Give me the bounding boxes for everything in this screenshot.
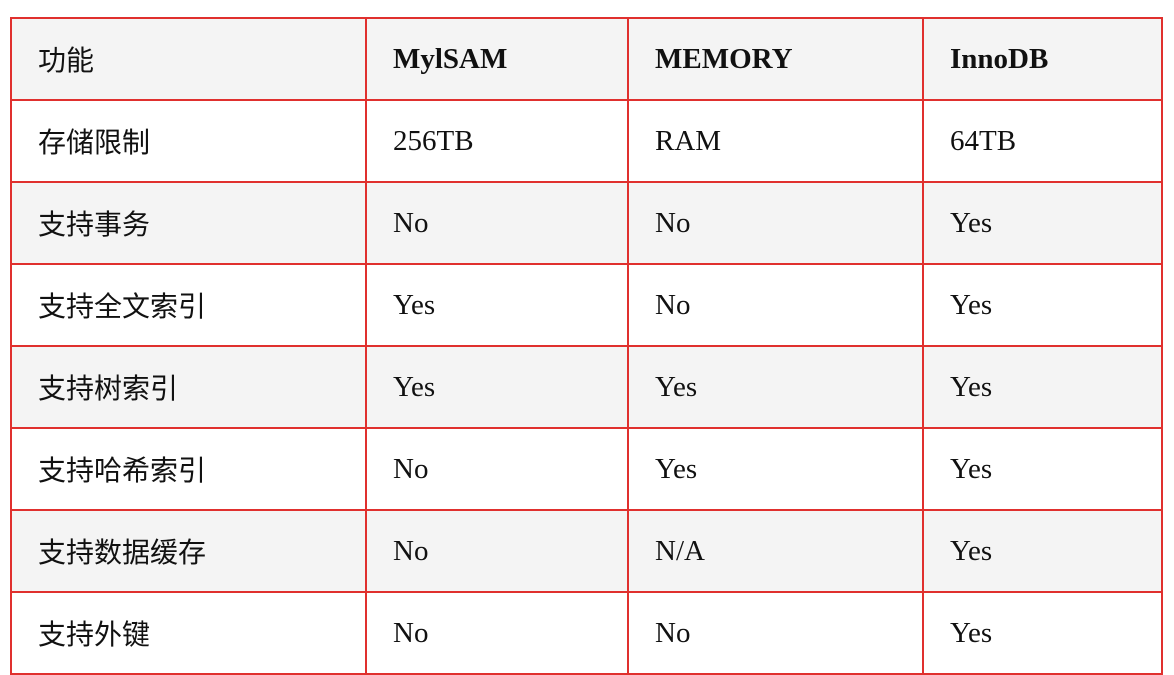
feature-cell: 支持哈希索引 [10,427,367,511]
myisam-cell: Yes [365,345,629,429]
storage-engine-comparison-table: 功能 MylSAM MEMORY InnoDB 存储限制 256TB RAM 6… [10,17,1163,675]
innodb-cell: 64TB [922,99,1163,183]
innodb-cell: Yes [922,345,1163,429]
feature-cell: 支持外键 [10,591,367,675]
memory-cell: No [627,263,924,347]
table-row: 支持全文索引 Yes No Yes [10,263,1163,347]
table-row: 支持事务 No No Yes [10,181,1163,265]
memory-cell: N/A [627,509,924,593]
memory-cell: No [627,591,924,675]
table-row: 支持树索引 Yes Yes Yes [10,345,1163,429]
memory-cell: No [627,181,924,265]
header-innodb: InnoDB [922,17,1163,101]
comparison-table-container: 功能 MylSAM MEMORY InnoDB 存储限制 256TB RAM 6… [10,17,1163,675]
table-row: 存储限制 256TB RAM 64TB [10,99,1163,183]
myisam-cell: No [365,509,629,593]
table-row: 支持外键 No No Yes [10,591,1163,675]
table-header-row: 功能 MylSAM MEMORY InnoDB [10,17,1163,101]
myisam-cell: No [365,591,629,675]
myisam-cell: Yes [365,263,629,347]
myisam-cell: No [365,427,629,511]
innodb-cell: Yes [922,591,1163,675]
feature-cell: 存储限制 [10,99,367,183]
innodb-cell: Yes [922,263,1163,347]
innodb-cell: Yes [922,509,1163,593]
innodb-cell: Yes [922,427,1163,511]
innodb-cell: Yes [922,181,1163,265]
feature-cell: 支持数据缓存 [10,509,367,593]
header-memory: MEMORY [627,17,924,101]
table-row: 支持哈希索引 No Yes Yes [10,427,1163,511]
myisam-cell: No [365,181,629,265]
feature-cell: 支持树索引 [10,345,367,429]
header-feature: 功能 [10,17,367,101]
myisam-cell: 256TB [365,99,629,183]
memory-cell: Yes [627,345,924,429]
header-myisam: MylSAM [365,17,629,101]
feature-cell: 支持全文索引 [10,263,367,347]
table-row: 支持数据缓存 No N/A Yes [10,509,1163,593]
memory-cell: Yes [627,427,924,511]
feature-cell: 支持事务 [10,181,367,265]
memory-cell: RAM [627,99,924,183]
